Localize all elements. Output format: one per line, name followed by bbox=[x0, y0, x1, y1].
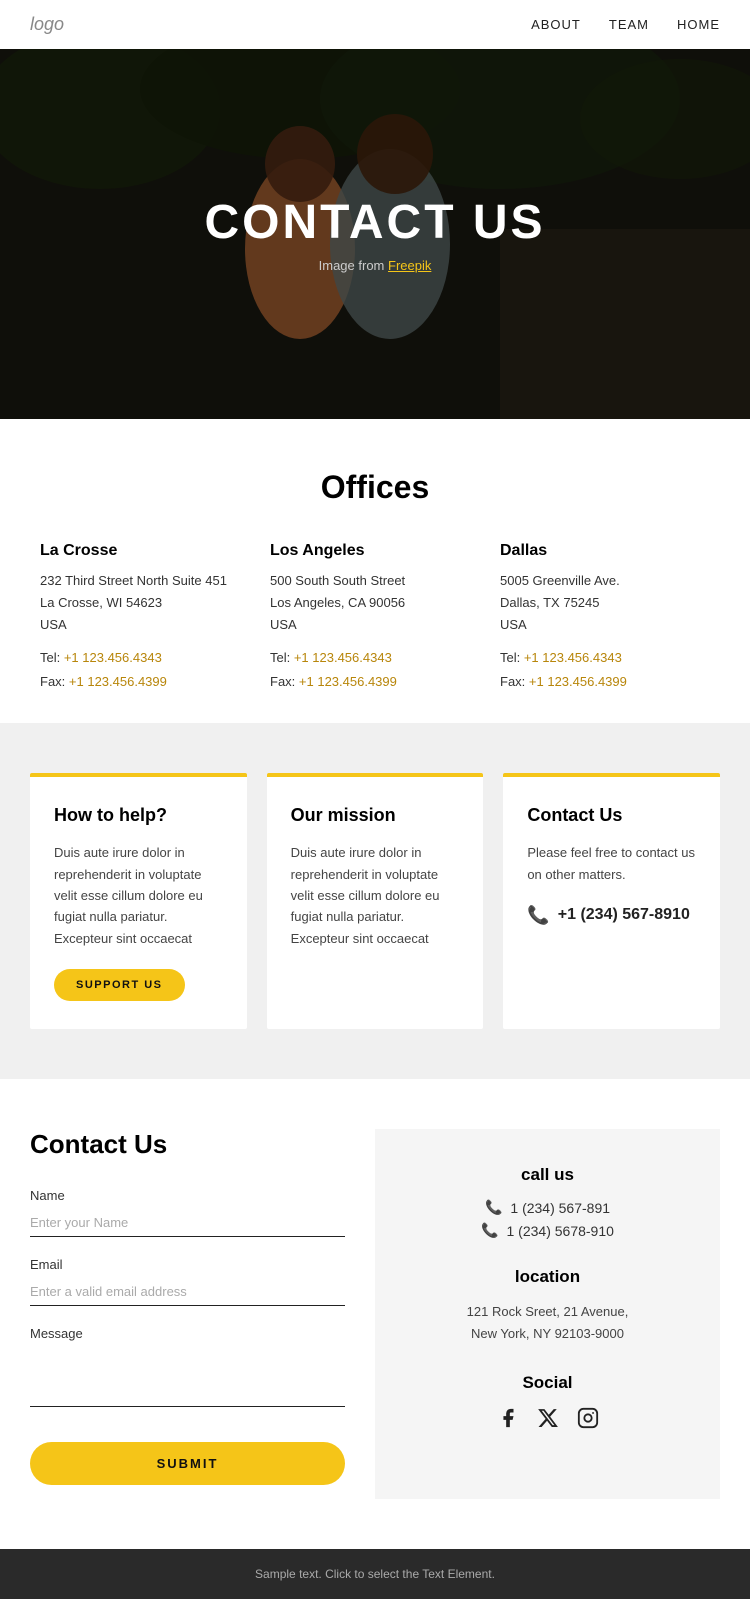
contact-section: Contact Us Name Email Message SUBMIT cal… bbox=[0, 1079, 750, 1549]
message-label: Message bbox=[30, 1326, 345, 1341]
card-text: Duis aute irure dolor in reprehenderit i… bbox=[54, 842, 223, 949]
twitter-x-icon[interactable] bbox=[537, 1407, 559, 1435]
office-fax[interactable]: +1 123.456.4399 bbox=[299, 674, 397, 689]
cards-grid: How to help? Duis aute irure dolor in re… bbox=[30, 773, 720, 1029]
nav-link-about[interactable]: ABOUT bbox=[531, 17, 581, 32]
name-label: Name bbox=[30, 1188, 345, 1203]
office-city: Dallas bbox=[500, 542, 710, 560]
support-us-button[interactable]: SUPPORT US bbox=[54, 969, 185, 1001]
office-contact: Tel: +1 123.456.4343 Fax: +1 123.456.439… bbox=[270, 646, 480, 693]
phone-icon-2: 📞 bbox=[481, 1222, 498, 1239]
office-address: 232 Third Street North Suite 451La Cross… bbox=[40, 570, 250, 636]
email-field-group: Email bbox=[30, 1257, 345, 1306]
name-input[interactable] bbox=[30, 1209, 345, 1237]
office-dallas: Dallas 5005 Greenville Ave.Dallas, TX 75… bbox=[500, 542, 710, 693]
instagram-icon[interactable] bbox=[577, 1407, 599, 1435]
office-fax[interactable]: +1 123.456.4399 bbox=[69, 674, 167, 689]
office-contact: Tel: +1 123.456.4343 Fax: +1 123.456.439… bbox=[500, 646, 710, 693]
contact-form-title: Contact Us bbox=[30, 1129, 345, 1160]
location-block: location 121 Rock Sreet, 21 Avenue,New Y… bbox=[403, 1267, 692, 1345]
message-field-group: Message bbox=[30, 1326, 345, 1412]
card-phone: 📞 +1 (234) 567-8910 bbox=[527, 905, 696, 926]
card-title: How to help? bbox=[54, 805, 223, 826]
offices-section: Offices La Crosse 232 Third Street North… bbox=[0, 419, 750, 723]
office-city: Los Angeles bbox=[270, 542, 480, 560]
footer: Sample text. Click to select the Text El… bbox=[0, 1549, 750, 1599]
location-address: 121 Rock Sreet, 21 Avenue,New York, NY 9… bbox=[403, 1301, 692, 1345]
office-tel[interactable]: +1 123.456.4343 bbox=[294, 650, 392, 665]
office-address: 5005 Greenville Ave.Dallas, TX 75245USA bbox=[500, 570, 710, 636]
contact-form-col: Contact Us Name Email Message SUBMIT bbox=[30, 1129, 375, 1485]
office-tel[interactable]: +1 123.456.4343 bbox=[524, 650, 622, 665]
submit-button[interactable]: SUBMIT bbox=[30, 1442, 345, 1485]
phone-icon-1: 📞 bbox=[485, 1199, 502, 1216]
cards-section: How to help? Duis aute irure dolor in re… bbox=[0, 723, 750, 1079]
social-icons-row bbox=[403, 1407, 692, 1435]
card-contact-us: Contact Us Please feel free to contact u… bbox=[503, 773, 720, 1029]
phone-icon: 📞 bbox=[527, 905, 549, 926]
card-our-mission: Our mission Duis aute irure dolor in rep… bbox=[267, 773, 484, 1029]
email-label: Email bbox=[30, 1257, 345, 1272]
name-field-group: Name bbox=[30, 1188, 345, 1237]
office-tel[interactable]: +1 123.456.4343 bbox=[64, 650, 162, 665]
office-city: La Crosse bbox=[40, 542, 250, 560]
offices-grid: La Crosse 232 Third Street North Suite 4… bbox=[40, 542, 710, 693]
hero-content: CONTACT US Image from Freepik bbox=[204, 195, 545, 273]
offices-title: Offices bbox=[40, 469, 710, 506]
call-us-title: call us bbox=[403, 1165, 692, 1185]
nav-link-team[interactable]: TEAM bbox=[609, 17, 649, 32]
email-input[interactable] bbox=[30, 1278, 345, 1306]
card-text: Please feel free to contact us on other … bbox=[527, 842, 696, 885]
call-us-block: call us 📞 1 (234) 567-891 📞 1 (234) 5678… bbox=[403, 1165, 692, 1239]
freepik-link[interactable]: Freepik bbox=[388, 258, 431, 273]
office-lacrosse: La Crosse 232 Third Street North Suite 4… bbox=[40, 542, 250, 693]
phone-2: 1 (234) 5678-910 bbox=[507, 1223, 614, 1239]
card-title: Our mission bbox=[291, 805, 460, 826]
card-phone-number: +1 (234) 567-8910 bbox=[558, 906, 690, 924]
navbar: logo ABOUT TEAM HOME bbox=[0, 0, 750, 49]
nav-links: ABOUT TEAM HOME bbox=[531, 17, 720, 32]
phone-row-2: 📞 1 (234) 5678-910 bbox=[403, 1222, 692, 1239]
card-text: Duis aute irure dolor in reprehenderit i… bbox=[291, 842, 460, 949]
contact-info-col: call us 📞 1 (234) 567-891 📞 1 (234) 5678… bbox=[375, 1129, 720, 1499]
phone-row-1: 📞 1 (234) 567-891 bbox=[403, 1199, 692, 1216]
facebook-icon[interactable] bbox=[497, 1407, 519, 1435]
office-fax[interactable]: +1 123.456.4399 bbox=[529, 674, 627, 689]
office-losangeles: Los Angeles 500 South South StreetLos An… bbox=[270, 542, 480, 693]
hero-title: CONTACT US bbox=[204, 195, 545, 250]
social-title: Social bbox=[403, 1373, 692, 1393]
footer-text: Sample text. Click to select the Text El… bbox=[255, 1567, 495, 1581]
logo: logo bbox=[30, 14, 64, 35]
hero-subtitle: Image from Freepik bbox=[204, 258, 545, 273]
social-block: Social bbox=[403, 1373, 692, 1435]
nav-link-home[interactable]: HOME bbox=[677, 17, 720, 32]
hero-section: CONTACT US Image from Freepik bbox=[0, 49, 750, 419]
message-input[interactable] bbox=[30, 1347, 345, 1407]
phone-1: 1 (234) 567-891 bbox=[510, 1200, 610, 1216]
card-how-to-help: How to help? Duis aute irure dolor in re… bbox=[30, 773, 247, 1029]
office-address: 500 South South StreetLos Angeles, CA 90… bbox=[270, 570, 480, 636]
office-contact: Tel: +1 123.456.4343 Fax: +1 123.456.439… bbox=[40, 646, 250, 693]
card-title: Contact Us bbox=[527, 805, 696, 826]
location-title: location bbox=[403, 1267, 692, 1287]
